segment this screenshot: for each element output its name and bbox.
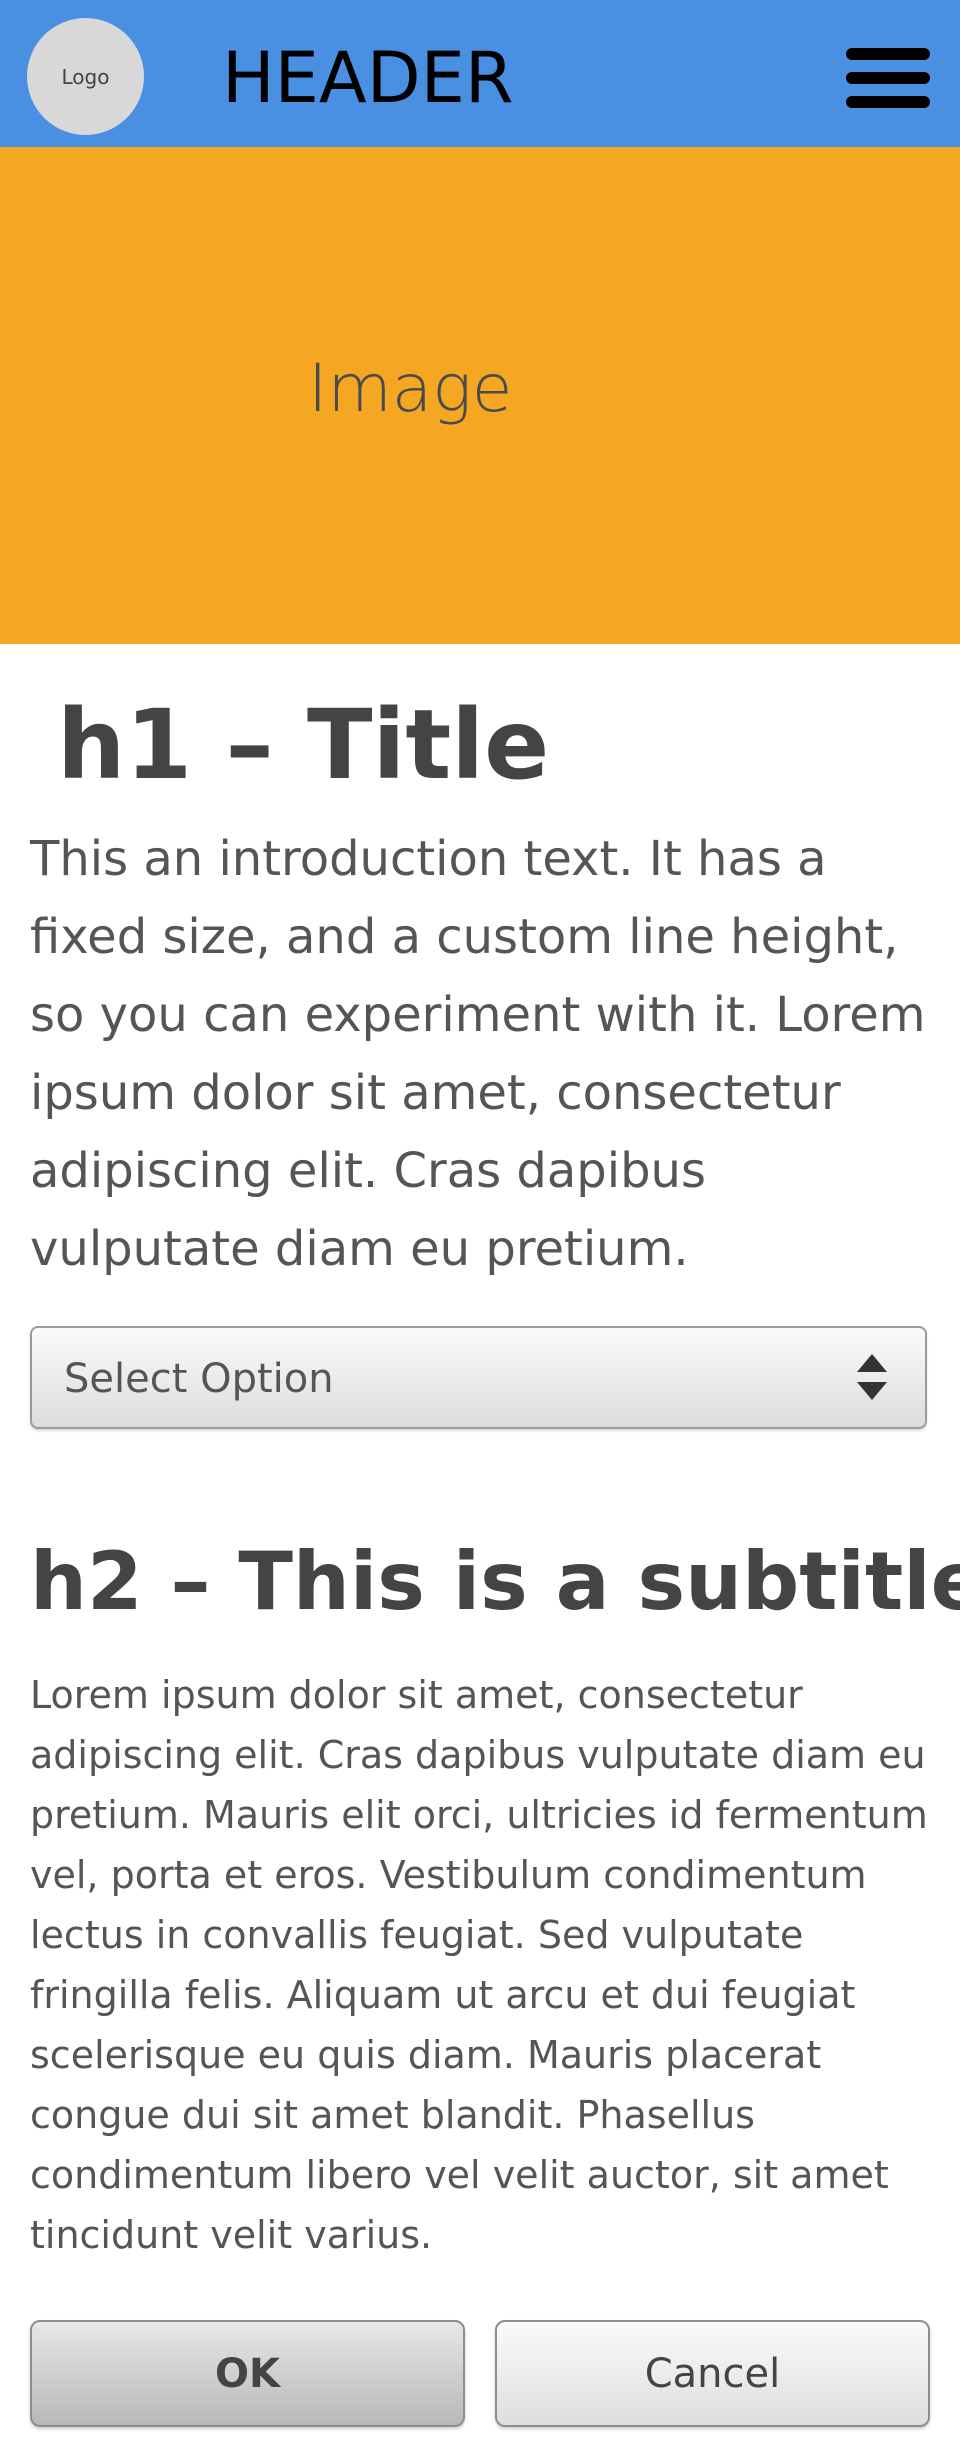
ok-button[interactable]: OK (30, 2320, 465, 2427)
header-title: HEADER (222, 37, 514, 119)
up-down-arrows-icon (857, 1354, 887, 1404)
option-select[interactable]: Select Option (30, 1326, 927, 1429)
hamburger-menu-icon[interactable] (846, 48, 930, 108)
arrow-up-icon (857, 1354, 887, 1372)
body-text: Lorem ipsum dolor sit amet, consectetur … (30, 1673, 928, 2257)
menu-line (846, 96, 930, 108)
menu-line (846, 72, 930, 84)
page-title: h1 – Title (57, 689, 550, 801)
hero-image-placeholder: Image (0, 147, 960, 644)
menu-line (846, 48, 930, 60)
hero-image-label: Image (308, 350, 513, 427)
arrow-down-icon (857, 1382, 887, 1400)
select-value: Select Option (64, 1356, 334, 1402)
cancel-button[interactable]: Cancel (495, 2320, 930, 2427)
logo-label: Logo (61, 64, 110, 89)
section-subtitle: h2 – This is a subtitle (30, 1535, 960, 1628)
logo[interactable]: Logo (27, 18, 144, 135)
intro-text: This an introduction text. It has a fixe… (30, 831, 926, 1277)
header-bar: Logo HEADER (0, 0, 960, 147)
